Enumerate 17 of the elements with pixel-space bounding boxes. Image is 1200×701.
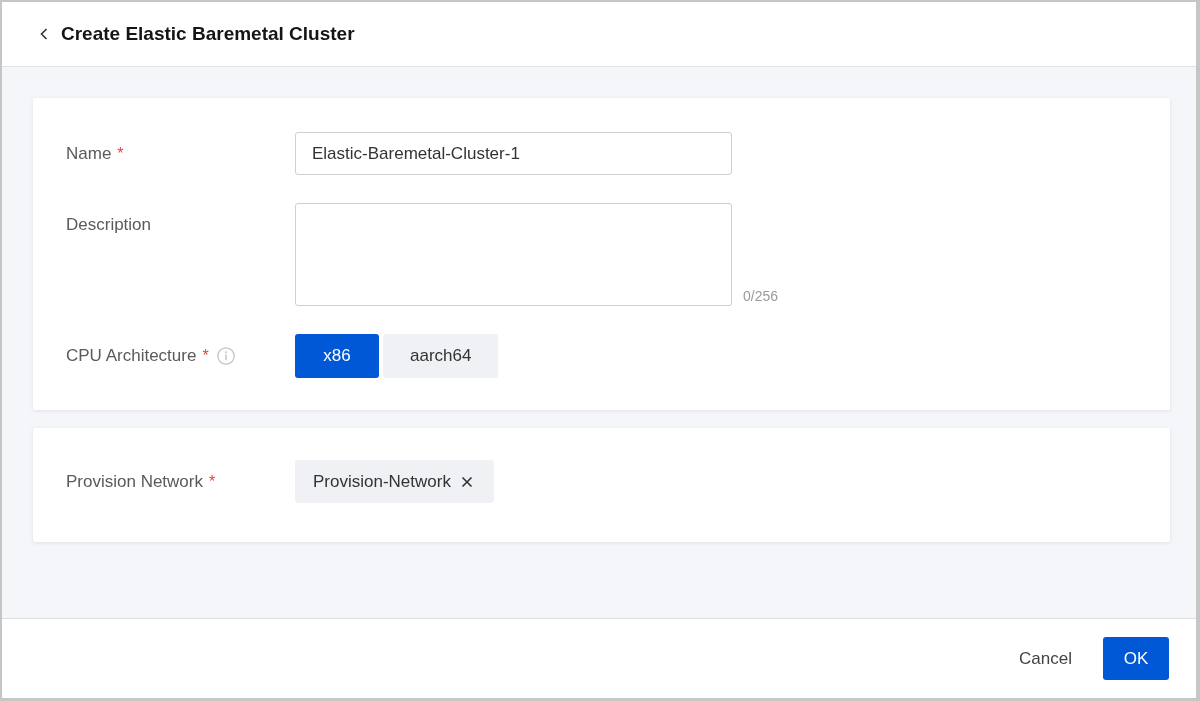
back-icon[interactable] (40, 28, 48, 40)
field-label: CPU Architecture (66, 345, 197, 366)
architecture-option[interactable]: x86 (295, 334, 379, 378)
page-title: Create Elastic Baremetal Cluster (61, 23, 355, 45)
chip-label: Provision-Network (313, 471, 451, 492)
architecture-option[interactable]: aarch64 (383, 334, 499, 378)
ok-button[interactable]: OK (1103, 637, 1169, 680)
character-counter: 0/256 (743, 288, 779, 304)
cancel-button[interactable]: Cancel (1003, 637, 1088, 680)
required-mark: * (202, 346, 209, 365)
field-label: Name (66, 143, 112, 164)
field-label: Description (66, 214, 152, 235)
field-label: Provision Network (66, 471, 203, 492)
required-mark: * (209, 472, 216, 491)
close-icon[interactable] (460, 475, 473, 488)
required-mark: * (117, 144, 124, 163)
name-input[interactable]: Elastic-Baremetal-Cluster-1 (295, 132, 732, 175)
